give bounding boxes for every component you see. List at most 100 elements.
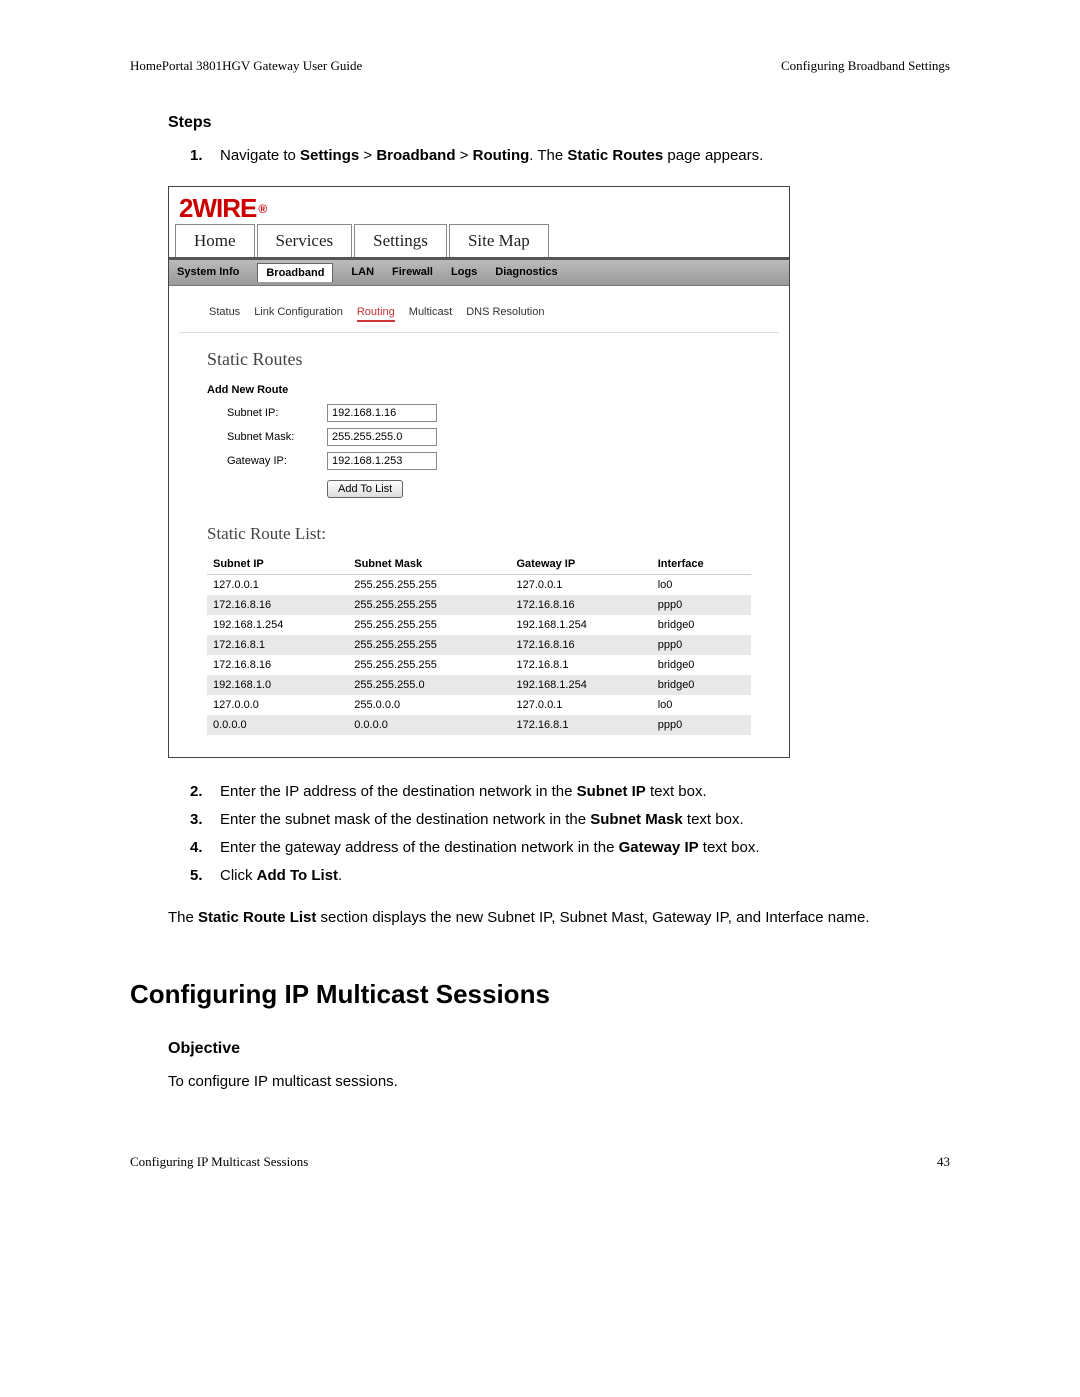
step-bold: Gateway IP (619, 839, 699, 856)
add-to-list-button[interactable]: Add To List (327, 480, 403, 498)
step-bold: Add To List (257, 867, 338, 884)
cell: ppp0 (652, 595, 751, 615)
table-row: 172.16.8.1255.255.255.255172.16.8.16ppp0 (207, 635, 751, 655)
tab2-system-info[interactable]: System Info (177, 266, 239, 279)
cell: lo0 (652, 575, 751, 596)
subtab-link-configuration[interactable]: Link Configuration (254, 306, 343, 322)
step-pre: Enter the subnet mask of the destination… (220, 811, 590, 828)
step-post: . (338, 867, 342, 884)
cell: 192.168.1.254 (510, 675, 651, 695)
step-bold: Subnet IP (577, 783, 646, 800)
step-1-sep1: > (359, 147, 376, 164)
cell: ppp0 (652, 715, 751, 735)
col-interface: Interface (652, 554, 751, 575)
primary-tabs: HomeServicesSettingsSite Map (169, 224, 789, 260)
step-num: 2. (190, 780, 220, 804)
step-text: Enter the IP address of the destination … (220, 780, 950, 804)
step-text: Enter the subnet mask of the destination… (220, 808, 950, 832)
cell: 255.255.255.255 (348, 615, 510, 635)
tab2-logs[interactable]: Logs (451, 266, 477, 279)
para-post: section displays the new Subnet IP, Subn… (316, 909, 869, 926)
step-1-pre: Navigate to (220, 147, 300, 164)
cell: 0.0.0.0 (207, 715, 348, 735)
tab-site-map[interactable]: Site Map (449, 224, 549, 257)
objective-text: To configure IP multicast sessions. (168, 1070, 950, 1093)
add-route-heading: Add New Route (207, 384, 751, 396)
brand-logo-text: 2WIRE (179, 193, 256, 224)
cell: bridge0 (652, 655, 751, 675)
gateway-ip-input[interactable] (327, 452, 437, 470)
footer-left: Configuring IP Multicast Sessions (130, 1154, 308, 1170)
cell: 0.0.0.0 (348, 715, 510, 735)
tab2-lan[interactable]: LAN (351, 266, 374, 279)
subtab-multicast[interactable]: Multicast (409, 306, 452, 322)
table-row: 0.0.0.00.0.0.0172.16.8.1ppp0 (207, 715, 751, 735)
cell: 255.255.255.255 (348, 655, 510, 675)
footer-page-num: 43 (937, 1154, 950, 1170)
cell: 172.16.8.16 (207, 655, 348, 675)
table-row: 127.0.0.1255.255.255.255127.0.0.1lo0 (207, 575, 751, 596)
tab2-firewall[interactable]: Firewall (392, 266, 433, 279)
step: 5.Click Add To List. (190, 864, 950, 888)
doc-title-right: Configuring Broadband Settings (781, 58, 950, 74)
tab2-diagnostics[interactable]: Diagnostics (495, 266, 557, 279)
table-row: 127.0.0.0255.0.0.0127.0.0.1lo0 (207, 695, 751, 715)
subnet-ip-input[interactable] (327, 404, 437, 422)
step: 2.Enter the IP address of the destinatio… (190, 780, 950, 804)
cell: 172.16.8.1 (207, 635, 348, 655)
step-num: 5. (190, 864, 220, 888)
cell: 255.255.255.0 (348, 675, 510, 695)
cell: 192.168.1.254 (510, 615, 651, 635)
cell: 172.16.8.1 (510, 655, 651, 675)
cell: 172.16.8.16 (207, 595, 348, 615)
doc-title-left: HomePortal 3801HGV Gateway User Guide (130, 58, 362, 74)
para-b: Static Route List (198, 909, 316, 926)
table-row: 172.16.8.16255.255.255.255172.16.8.1brid… (207, 655, 751, 675)
cell: 255.255.255.255 (348, 635, 510, 655)
cell: bridge0 (652, 675, 751, 695)
cell: 255.255.255.255 (348, 595, 510, 615)
cell: 192.168.1.254 (207, 615, 348, 635)
cell: 172.16.8.16 (510, 595, 651, 615)
para-pre: The (168, 909, 198, 926)
cell: 255.0.0.0 (348, 695, 510, 715)
table-row: 172.16.8.16255.255.255.255172.16.8.16ppp… (207, 595, 751, 615)
tab-home[interactable]: Home (175, 224, 255, 257)
objective-heading: Objective (168, 1040, 950, 1058)
tab-services[interactable]: Services (257, 224, 353, 257)
cell: 127.0.0.1 (207, 575, 348, 596)
static-routes-title: Static Routes (207, 349, 751, 370)
step-1-b4: Static Routes (567, 147, 663, 164)
step-pre: Enter the gateway address of the destina… (220, 839, 619, 856)
tab-settings[interactable]: Settings (354, 224, 447, 257)
cell: 172.16.8.16 (510, 635, 651, 655)
cell: 255.255.255.255 (348, 575, 510, 596)
step-1-post2: page appears. (663, 147, 763, 164)
table-row: 192.168.1.0255.255.255.0192.168.1.254bri… (207, 675, 751, 695)
step-1-b1: Settings (300, 147, 359, 164)
subnet-ip-label: Subnet IP: (207, 407, 327, 419)
subtab-routing[interactable]: Routing (357, 306, 395, 322)
cell: 127.0.0.1 (510, 575, 651, 596)
subnet-mask-label: Subnet Mask: (207, 431, 327, 443)
step: 4.Enter the gateway address of the desti… (190, 836, 950, 860)
step-pre: Enter the IP address of the destination … (220, 783, 577, 800)
route-list-title: Static Route List: (207, 524, 751, 544)
step-1-b3: Routing (473, 147, 530, 164)
brand-logo: 2WIRE® (179, 193, 779, 224)
h1-configuring-multicast: Configuring IP Multicast Sessions (130, 979, 950, 1010)
step-num: 4. (190, 836, 220, 860)
result-paragraph: The Static Route List section displays t… (168, 906, 950, 929)
step: 3.Enter the subnet mask of the destinati… (190, 808, 950, 832)
subtab-dns-resolution[interactable]: DNS Resolution (466, 306, 544, 322)
col-subnet-mask: Subnet Mask (348, 554, 510, 575)
route-table: Subnet IPSubnet MaskGateway IPInterface1… (207, 554, 751, 735)
step-1-sep2: > (456, 147, 473, 164)
tab2-broadband[interactable]: Broadband (257, 263, 333, 282)
sub-tabs: Status Link Configuration Routing Multicast… (169, 286, 789, 332)
step-post: text box. (683, 811, 744, 828)
secondary-tabs: System Info Broadband LAN Firewall Logs Diagn… (169, 260, 789, 286)
table-row: 192.168.1.254255.255.255.255192.168.1.25… (207, 615, 751, 635)
subnet-mask-input[interactable] (327, 428, 437, 446)
subtab-status[interactable]: Status (209, 306, 240, 322)
